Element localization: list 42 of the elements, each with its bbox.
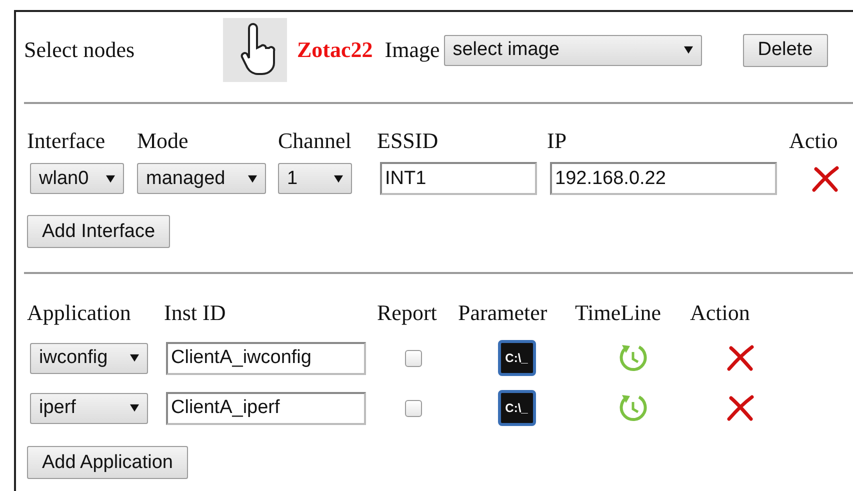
column-header: Interface [27, 128, 106, 154]
application-select[interactable]: iwconfig [30, 342, 148, 374]
caret-icon [130, 404, 139, 412]
interface-select[interactable]: wlan0 [30, 163, 124, 194]
essid-field[interactable]: INT1 [380, 162, 537, 195]
pointing-hand-icon[interactable] [223, 18, 287, 82]
column-header: Actio [789, 128, 839, 154]
application-select[interactable]: iperf [30, 392, 148, 424]
column-header: Action [690, 300, 751, 326]
mode-select[interactable]: managed [137, 163, 266, 194]
ip-field[interactable]: 192.168.0.22 [550, 162, 777, 195]
report-checkbox[interactable] [405, 350, 422, 366]
column-header: Parameter [458, 300, 548, 326]
delete-icon[interactable] [811, 166, 839, 192]
column-header: Channel [278, 128, 352, 154]
column-header: IP [547, 128, 568, 154]
channel-select[interactable]: 1 [278, 163, 352, 194]
delete-icon[interactable] [726, 395, 754, 421]
column-header: TimeLine [575, 300, 662, 326]
report-checkbox[interactable] [405, 400, 422, 416]
column-header: Mode [137, 128, 190, 154]
caret-icon [248, 174, 257, 182]
image-label: Image [384, 37, 440, 63]
add-interface-button[interactable]: Add Interface [27, 215, 170, 248]
add-application-button[interactable]: Add Application [27, 446, 188, 479]
column-header: Application [27, 300, 132, 326]
image-select[interactable]: select image [444, 34, 702, 66]
caret-icon [334, 174, 343, 182]
column-header: Report [377, 300, 438, 326]
node-name: Zotac22 [297, 37, 373, 63]
select-nodes-label: Select nodes [24, 37, 136, 63]
column-header: ESSID [377, 128, 440, 154]
column-header: Inst ID [164, 300, 227, 326]
caret-icon [684, 46, 693, 54]
caret-icon [130, 354, 139, 362]
terminal-icon[interactable]: C:\_ [498, 390, 536, 426]
caret-icon [106, 174, 115, 182]
delete-icon[interactable] [726, 345, 754, 371]
terminal-icon[interactable]: C:\_ [498, 340, 536, 376]
delete-button[interactable]: Delete [742, 34, 828, 66]
inst-id-field[interactable]: ClientA_iwconfig [166, 342, 366, 374]
inst-id-field[interactable]: ClientA_iperf [166, 392, 366, 424]
